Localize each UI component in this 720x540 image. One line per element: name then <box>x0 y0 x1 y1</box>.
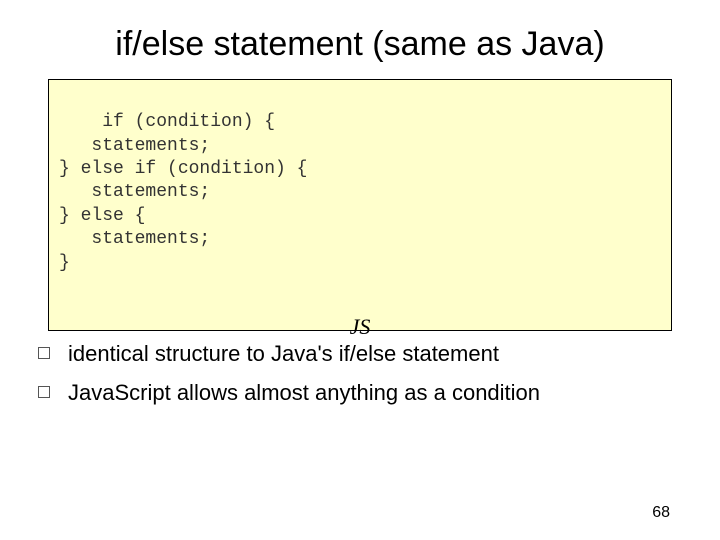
code-text: if (condition) { statements; } else if (… <box>59 112 307 272</box>
slide-title: if/else statement (same as Java) <box>48 24 672 65</box>
code-block: if (condition) { statements; } else if (… <box>48 79 672 331</box>
bullet-list: identical structure to Java's if/else st… <box>48 339 672 408</box>
code-language-label: JS <box>350 313 371 342</box>
page-number: 68 <box>652 504 670 522</box>
slide: if/else statement (same as Java) if (con… <box>0 0 720 540</box>
list-item: JavaScript allows almost anything as a c… <box>48 378 672 408</box>
list-item: identical structure to Java's if/else st… <box>48 339 672 369</box>
